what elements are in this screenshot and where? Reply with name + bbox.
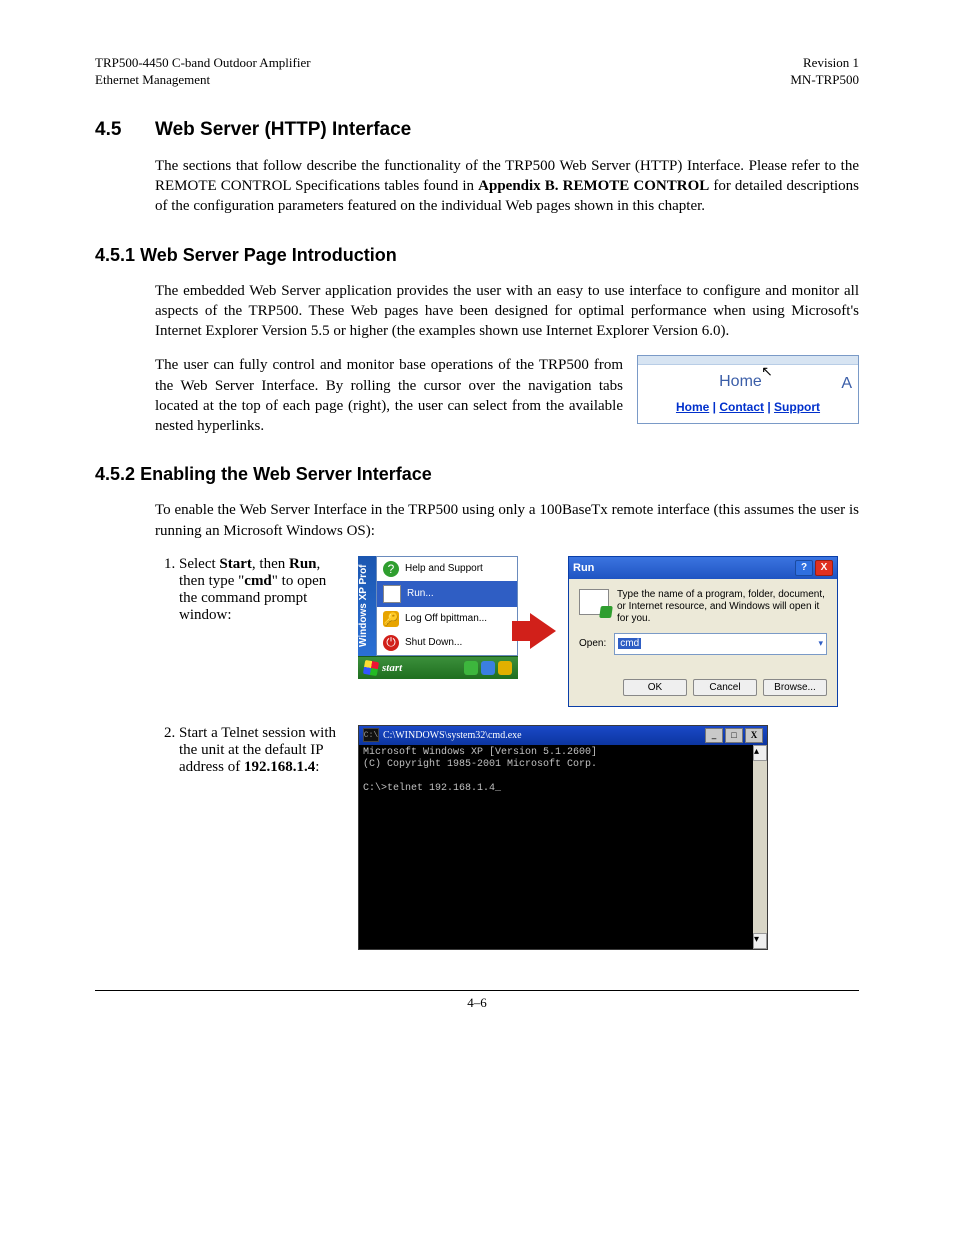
run-dialog-title: Run (573, 562, 594, 574)
scroll-down-icon[interactable]: ▾ (753, 933, 767, 949)
shutdown-icon: ⏻ (383, 635, 399, 651)
ok-button[interactable]: OK (623, 679, 687, 696)
header-docnum: MN-TRP500 (790, 72, 859, 89)
cancel-button[interactable]: Cancel (693, 679, 757, 696)
header-revision: Revision 1 (790, 55, 859, 72)
page-number: 4–6 (467, 995, 487, 1010)
step-2: Start a Telnet session with the unit at … (179, 725, 859, 950)
scroll-up-icon[interactable]: ▴ (753, 745, 767, 761)
menu-logoff[interactable]: 🔑 Log Off bpittman... (377, 607, 517, 631)
link-support[interactable]: Support (774, 400, 820, 414)
tab-home[interactable]: Home (719, 373, 762, 390)
page-footer: 4–6 (95, 990, 859, 1011)
help-icon: ? (383, 561, 399, 577)
red-arrow-icon (530, 613, 556, 649)
scrollbar[interactable]: ▴ ▾ (753, 745, 767, 949)
xp-sidebar: Windows XP Prof (358, 556, 376, 656)
browse-button[interactable]: Browse... (763, 679, 827, 696)
run-dialog: Run ? X Type the name of a program, fold… (568, 556, 838, 707)
start-menu-figure: Windows XP Prof ? Help and Support ▭ Run… (358, 556, 518, 679)
tray-icon-2[interactable] (481, 661, 495, 675)
para-4-5-1: The sections that follow describe the fu… (155, 156, 859, 217)
help-button[interactable]: ? (795, 560, 813, 576)
open-input[interactable]: cmd ▾ (614, 633, 827, 655)
step-1: Select Start, then Run, then type "cmd" … (179, 556, 859, 707)
header-section: Ethernet Management (95, 72, 311, 89)
xp-start-menu: ? Help and Support ▭ Run... 🔑 Log Off bp… (376, 556, 518, 656)
nav-sublinks: Home | Contact | Support (638, 395, 858, 423)
menu-shutdown[interactable]: ⏻ Shut Down... (377, 631, 517, 655)
cmd-app-icon: C:\ (363, 728, 379, 742)
close-button[interactable]: X (815, 560, 833, 576)
heading-4-5-2: 4.5.2 Enabling the Web Server Interface (95, 464, 859, 485)
taskbar[interactable]: start (358, 656, 518, 679)
windows-logo-icon (363, 660, 379, 676)
close-button[interactable]: X (745, 728, 763, 743)
run-description: Type the name of a program, folder, docu… (617, 589, 827, 625)
start-button-label[interactable]: start (382, 662, 402, 674)
cmd-window: C:\ C:\WINDOWS\system32\cmd.exe _ □ X Mi… (358, 725, 768, 950)
nav-tabs-figure: Home ↖ A Home | Contact | Support (637, 355, 859, 424)
menu-run[interactable]: ▭ Run... (377, 581, 517, 607)
heading-4-5: 4.5Web Server (HTTP) Interface (95, 119, 859, 141)
cmd-output[interactable]: Microsoft Windows XP [Version 5.1.2600] … (359, 745, 753, 949)
heading-4-5-1: 4.5.1 Web Server Page Introduction (95, 245, 859, 266)
tab-admin-partial[interactable]: A (841, 373, 852, 395)
header-product: TRP500-4450 C-band Outdoor Amplifier (95, 55, 311, 72)
minimize-button[interactable]: _ (705, 728, 723, 743)
maximize-button[interactable]: □ (725, 728, 743, 743)
cursor-icon: ↖ (761, 362, 773, 381)
logoff-icon: 🔑 (383, 611, 399, 627)
cmd-title-text: C:\WINDOWS\system32\cmd.exe (383, 730, 522, 741)
page-header: TRP500-4450 C-band Outdoor Amplifier Eth… (95, 55, 859, 89)
run-program-icon (579, 589, 609, 615)
para-4-5-1-b: The user can fully control and monitor b… (155, 357, 623, 434)
link-contact[interactable]: Contact (719, 400, 764, 414)
para-4-5-2-intro: To enable the Web Server Interface in th… (155, 500, 859, 541)
para-4-5-1-a: The embedded Web Server application prov… (155, 281, 859, 342)
tray-icon-3[interactable] (498, 661, 512, 675)
tray-icon-1[interactable] (464, 661, 478, 675)
menu-help-support[interactable]: ? Help and Support (377, 557, 517, 581)
link-home[interactable]: Home (676, 400, 709, 414)
run-icon: ▭ (383, 585, 401, 603)
dropdown-icon[interactable]: ▾ (818, 638, 823, 649)
open-label: Open: (579, 638, 606, 649)
